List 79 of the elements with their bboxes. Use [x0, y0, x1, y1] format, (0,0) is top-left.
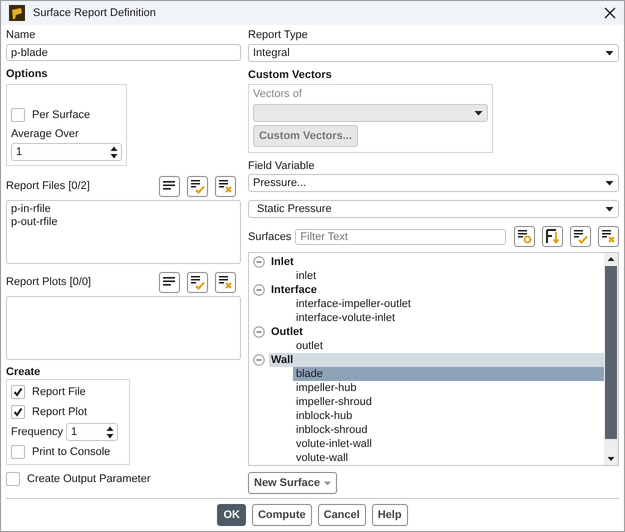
- spinner-field[interactable]: 1: [66, 423, 118, 441]
- field-label: Average Over: [11, 127, 80, 141]
- dialog-button[interactable]: Cancel: [318, 504, 366, 526]
- new-surface-button[interactable]: New Surface: [248, 472, 338, 494]
- dropdown-arrow-icon: [605, 50, 614, 56]
- spinner-field[interactable]: 1: [11, 143, 122, 161]
- close-icon: [604, 7, 616, 19]
- tree-group[interactable]: Inlet: [269, 255, 604, 269]
- tree-item[interactable]: inlet: [293, 269, 604, 283]
- tree-item[interactable]: impeller-shroud: [293, 395, 604, 409]
- icon-button[interactable]: [598, 226, 619, 247]
- field-label: Frequency: [11, 426, 63, 438]
- spinner-arrows-icon: [110, 146, 118, 158]
- collapse-icon[interactable]: [253, 284, 265, 296]
- dialog-button[interactable]: Help: [372, 504, 408, 526]
- list-item[interactable]: p-out-rfile: [11, 216, 236, 229]
- filter-field[interactable]: Filter Text: [295, 228, 506, 244]
- dialog-button[interactable]: OK: [217, 504, 246, 526]
- tree-item[interactable]: inblock-shroud: [293, 423, 604, 437]
- app-icon: [9, 5, 25, 21]
- list-item[interactable]: p-in-rfile: [11, 203, 236, 216]
- dropdown-arrow-icon: [605, 206, 614, 212]
- checkbox[interactable]: [11, 405, 25, 419]
- collapse-icon[interactable]: [253, 354, 265, 366]
- field-variable-dropdown[interactable]: Static Pressure: [248, 200, 619, 218]
- tree-item[interactable]: interface-volute-inlet: [293, 311, 604, 325]
- checkbox[interactable]: [11, 445, 25, 459]
- tree-group[interactable]: Interface: [269, 283, 604, 297]
- icon-button[interactable]: [187, 272, 208, 292]
- name-field[interactable]: p-blade: [6, 44, 241, 61]
- section-title: Options: [6, 67, 49, 81]
- icon-button[interactable]: [159, 272, 180, 292]
- caret-icon: [324, 480, 332, 486]
- tree-item[interactable]: volute-inlet-wall: [293, 437, 604, 451]
- tree-group[interactable]: Wall: [269, 353, 604, 367]
- check-lines-icon: [571, 227, 590, 246]
- icon-button[interactable]: [187, 176, 208, 196]
- tree-group[interactable]: Outlet: [269, 325, 604, 339]
- dropdown-arrow-icon: [474, 110, 483, 116]
- icon-button[interactable]: [514, 226, 535, 247]
- dialog-button[interactable]: Compute: [252, 504, 312, 526]
- field-label: Surfaces: [248, 230, 292, 242]
- tree-item[interactable]: blade: [293, 367, 604, 381]
- field-label: Vectors of: [253, 87, 303, 101]
- icon-button[interactable]: [159, 176, 180, 196]
- icon-button[interactable]: [215, 272, 236, 292]
- checkbox-label: Per Surface: [32, 109, 90, 121]
- icon-button[interactable]: [215, 176, 236, 196]
- scrollbar[interactable]: [604, 253, 618, 465]
- section-label: Report Plots [0/0]: [6, 276, 91, 288]
- field-category-dropdown[interactable]: Pressure...: [248, 174, 619, 192]
- circle-lines-icon: [515, 227, 534, 246]
- spinner-arrows-icon: [106, 426, 114, 438]
- icon-button[interactable]: [570, 226, 591, 247]
- window-title: Surface Report Definition: [33, 7, 157, 19]
- field-label: Field Variable: [248, 159, 316, 173]
- tree-item[interactable]: volute-wall: [293, 451, 604, 465]
- section-title: Custom Vectors: [248, 68, 333, 82]
- checkbox[interactable]: [11, 385, 25, 399]
- checkbox-label: Report Plot: [32, 406, 88, 418]
- section-label: Report Files [0/2]: [6, 180, 90, 192]
- tree-item[interactable]: inblock-hub: [293, 409, 604, 423]
- tree-item[interactable]: impeller-hub: [293, 381, 604, 395]
- checkbox[interactable]: [11, 108, 25, 122]
- checkbox[interactable]: [6, 472, 20, 486]
- close-button[interactable]: [604, 7, 616, 19]
- report-type-dropdown[interactable]: Integral: [248, 44, 619, 62]
- field-label: Report Type: [248, 28, 309, 42]
- collapse-icon[interactable]: [253, 326, 265, 338]
- tree-item[interactable]: interface-impeller-outlet: [293, 297, 604, 311]
- checkbox-label: Report File: [32, 386, 86, 398]
- collapse-icon[interactable]: [253, 256, 265, 268]
- checkbox-label: Create Output Parameter: [27, 473, 151, 485]
- tree-item[interactable]: outlet: [293, 339, 604, 353]
- section-title: Create: [6, 365, 42, 379]
- field-label: Name: [6, 28, 36, 42]
- dropdown-arrow-icon: [605, 180, 614, 186]
- checkbox-label: Print to Console: [32, 446, 110, 458]
- report-list[interactable]: p-in-rfile p-out-rfile: [6, 200, 241, 264]
